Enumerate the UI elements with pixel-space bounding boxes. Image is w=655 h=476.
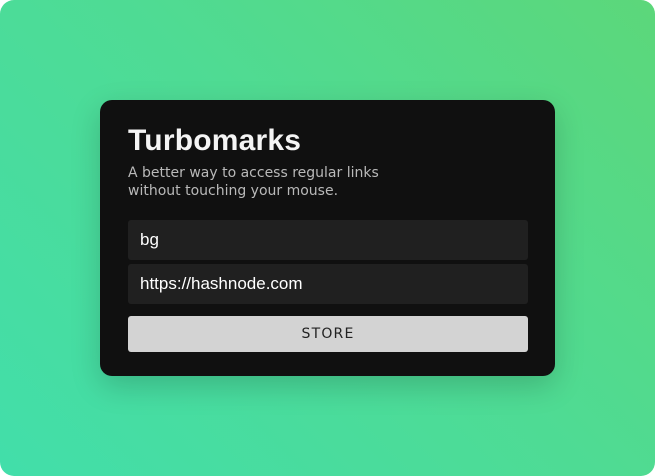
store-button[interactable]: STORE — [128, 316, 528, 352]
url-input[interactable] — [128, 264, 528, 304]
app-title: Turbomarks — [128, 124, 302, 157]
page-background: Turbomarks A better way to access regula… — [0, 0, 655, 476]
turbomarks-card: Turbomarks A better way to access regula… — [100, 100, 555, 376]
app-subtitle: A better way to access regular links wit… — [128, 165, 379, 199]
keyword-input[interactable] — [128, 220, 528, 260]
